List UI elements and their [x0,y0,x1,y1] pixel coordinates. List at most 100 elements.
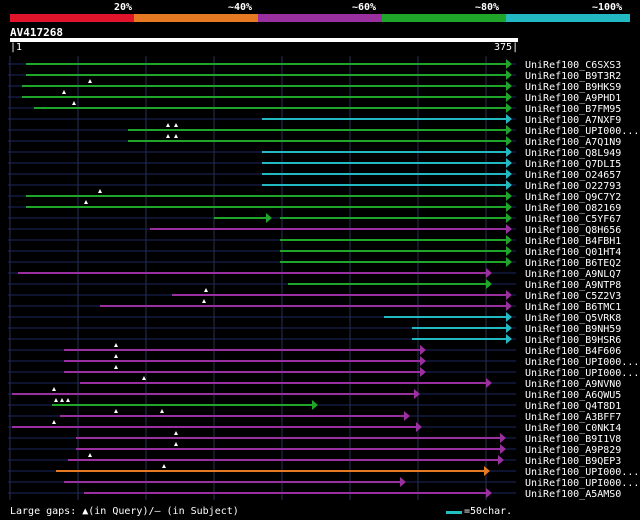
hit-arrow [506,59,512,69]
hit-label: UniRef100_UPI000... [525,478,639,489]
hit-arrow [500,444,506,454]
hit-label: UniRef100_B4FBH1 [525,236,621,247]
query-gap-marker [114,343,118,347]
query-gap-marker [114,354,118,358]
query-gap-marker [142,376,146,380]
hit-label: UniRef100_Q7DLI5 [525,159,621,170]
hit-arrow [506,290,512,300]
hit-arrow [486,488,492,498]
hit-label: UniRef100_A7NXF9 [525,115,621,126]
hit-label: UniRef100_UPI000... [525,467,639,478]
query-gap-marker [174,123,178,127]
hit-label: UniRef100_A9PHD1 [525,93,621,104]
hit-label: UniRef100_A9NTP8 [525,280,621,291]
hit-label: UniRef100_Q8L949 [525,148,621,159]
hit-arrow [416,422,422,432]
hit-arrow [506,312,512,322]
hit-arrow [506,114,512,124]
hit-arrow [484,466,490,476]
query-gap-marker [162,464,166,468]
hit-arrow [506,81,512,91]
query-gap-marker [52,387,56,391]
hit-label: UniRef100_B7FM95 [525,104,621,115]
hit-label: UniRef100_C6SXS3 [525,60,621,71]
query-gap-marker [174,134,178,138]
hit-label: UniRef100_B6TEQ2 [525,258,621,269]
hit-arrow [506,92,512,102]
hit-arrow [506,147,512,157]
query-gap-marker [114,365,118,369]
large-gaps-legend: Large gaps: ▲(in Query)/— (in Subject) [10,506,239,517]
hit-arrow [506,169,512,179]
hit-arrow [506,70,512,80]
query-gap-marker [88,79,92,83]
hit-label: UniRef100_Q8H656 [525,225,621,236]
hit-arrow [420,367,426,377]
hit-label: UniRef100_Q5VRK8 [525,313,621,324]
query-gap-marker [66,398,70,402]
hit-label: UniRef100_A3BFF7 [525,412,621,423]
query-gap-marker [98,189,102,193]
hit-arrow [506,246,512,256]
hit-arrow [420,356,426,366]
hit-arrow [498,455,504,465]
hit-arrow [506,213,512,223]
hit-label: UniRef100_A9NVN0 [525,379,621,390]
query-gap-marker [166,134,170,138]
hit-label: UniRef100_B9NH59 [525,324,621,335]
hit-label: UniRef100_A5AMS0 [525,489,621,500]
query-gap-marker [62,90,66,94]
query-gap-marker [84,200,88,204]
query-gap-marker [52,420,56,424]
hit-label: UniRef100_C5YF67 [525,214,621,225]
hit-label: UniRef100_UPI000... [525,357,639,368]
hit-arrow [506,235,512,245]
query-gap-marker [166,123,170,127]
query-gap-marker [54,398,58,402]
query-gap-marker [174,431,178,435]
hit-label: UniRef100_O82169 [525,203,621,214]
query-gap-marker [88,453,92,457]
hit-label: UniRef100_UPI000... [525,126,639,137]
hit-arrow [486,268,492,278]
hit-label: UniRef100_B9HSR6 [525,335,621,346]
hit-label: UniRef100_Q4T8D1 [525,401,621,412]
hit-arrow [506,334,512,344]
hit-arrow [506,180,512,190]
hit-label: UniRef100_B9QEP3 [525,456,621,467]
hit-arrow [404,411,410,421]
hit-label: UniRef100_C5Z2V3 [525,291,621,302]
hit-arrow [400,477,406,487]
query-gap-marker [72,101,76,105]
hit-arrow [506,103,512,113]
query-gap-marker [160,409,164,413]
hit-arrow [506,301,512,311]
hit-arrow [506,191,512,201]
hit-arrow [506,136,512,146]
hit-label: UniRef100_A6QWU5 [525,390,621,401]
query-gap-marker [204,288,208,292]
hit-label: UniRef100_A9P829 [525,445,621,456]
hit-label: UniRef100_Q01HT4 [525,247,621,258]
hit-arrow [506,125,512,135]
hit-label: UniRef100_Q9C7Y2 [525,192,621,203]
hit-label: UniRef100_B9T3R2 [525,71,621,82]
hit-label: UniRef100_B9HKS9 [525,82,621,93]
hit-arrow [506,257,512,267]
query-gap-marker [174,442,178,446]
hit-arrow [500,433,506,443]
scale-bar [446,511,462,514]
hit-label: UniRef100_A7Q1N9 [525,137,621,148]
hit-label: UniRef100_O22793 [525,181,621,192]
hit-arrow [506,202,512,212]
scale-label: =50char. [464,506,513,517]
query-gap-marker [114,409,118,413]
hit-label: UniRef100_B6TMC1 [525,302,621,313]
hit-arrow [486,378,492,388]
hit-arrow [506,224,512,234]
hit-arrow [420,345,426,355]
hit-alignment-graph: UniRef100_C6SXS3UniRef100_B9T3R2UniRef10… [8,56,639,500]
query-gap-marker [60,398,64,402]
hit-arrow [506,158,512,168]
hit-label: UniRef100_C0NKI4 [525,423,621,434]
